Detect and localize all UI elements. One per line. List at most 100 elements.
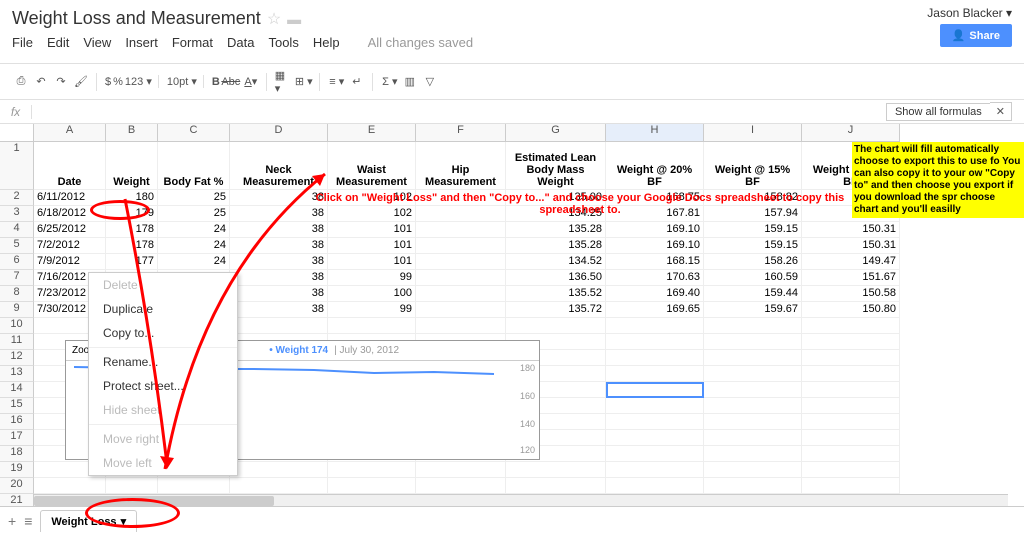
chart-icon[interactable]: ▥ (401, 73, 419, 91)
cell[interactable] (328, 478, 416, 494)
cell[interactable]: 6/11/2012 (34, 190, 106, 206)
row-header-14[interactable]: 14 (0, 382, 34, 398)
cell[interactable]: 150.31 (802, 238, 900, 254)
cell[interactable] (416, 302, 506, 318)
ctx-copy-to[interactable]: Copy to... (89, 321, 237, 345)
menu-insert[interactable]: Insert (125, 35, 158, 50)
menu-help[interactable]: Help (313, 35, 340, 50)
cell[interactable]: 135.72 (506, 302, 606, 318)
row-header-10[interactable]: 10 (0, 318, 34, 334)
cell[interactable] (802, 462, 900, 478)
bold-btn[interactable]: B (212, 76, 220, 88)
cell[interactable] (606, 430, 704, 446)
close-formulas-btn[interactable]: ✕ (990, 102, 1012, 121)
wrap-icon[interactable]: ↵ (348, 73, 366, 91)
cell[interactable]: 178 (106, 222, 158, 238)
redo-icon[interactable]: ↷ (52, 73, 70, 91)
row-header-21[interactable]: 21 (0, 494, 34, 506)
cell[interactable]: 101 (328, 254, 416, 270)
cell[interactable] (704, 398, 802, 414)
cell[interactable] (802, 478, 900, 494)
cell[interactable] (416, 286, 506, 302)
number-btn[interactable]: 123 ▾ (125, 75, 152, 88)
cell[interactable] (802, 446, 900, 462)
cell[interactable] (704, 350, 802, 366)
cell[interactable] (704, 462, 802, 478)
cell[interactable]: 134.52 (506, 254, 606, 270)
cell[interactable]: 24 (158, 254, 230, 270)
cell[interactable]: 38 (230, 302, 328, 318)
cell[interactable] (802, 366, 900, 382)
cell[interactable]: 101 (328, 238, 416, 254)
col-header-F[interactable]: F (416, 124, 506, 142)
cell[interactable]: Date (34, 142, 106, 190)
undo-icon[interactable]: ↶ (32, 73, 50, 91)
menu-data[interactable]: Data (227, 35, 254, 50)
cell[interactable]: 170.63 (606, 270, 704, 286)
add-sheet-icon[interactable]: + (8, 513, 16, 529)
cell[interactable] (416, 270, 506, 286)
cell[interactable] (606, 334, 704, 350)
menu-edit[interactable]: Edit (47, 35, 69, 50)
cell[interactable]: 169.40 (606, 286, 704, 302)
cell[interactable] (802, 398, 900, 414)
row-header-9[interactable]: 9 (0, 302, 34, 318)
all-sheets-icon[interactable]: ≡ (24, 513, 32, 529)
cell[interactable]: 24 (158, 238, 230, 254)
cell[interactable]: 6/25/2012 (34, 222, 106, 238)
filter-icon[interactable]: ▽ (421, 73, 439, 91)
paint-icon[interactable]: 🖌 (72, 73, 90, 91)
row-header-4[interactable]: 4 (0, 222, 34, 238)
sigma-icon[interactable]: Σ ▾ (381, 73, 399, 91)
cell[interactable] (230, 462, 328, 478)
cell[interactable] (416, 318, 506, 334)
sheet-tab-weight-loss[interactable]: Weight Loss ▾ (40, 510, 137, 532)
cell[interactable]: 150.80 (802, 302, 900, 318)
cell[interactable] (606, 478, 704, 494)
text-color-icon[interactable]: A ▾ (242, 73, 260, 91)
col-header-G[interactable]: G (506, 124, 606, 142)
cell[interactable] (704, 446, 802, 462)
cell[interactable] (328, 462, 416, 478)
row-header-7[interactable]: 7 (0, 270, 34, 286)
cell[interactable]: 101 (328, 222, 416, 238)
cell[interactable] (158, 478, 230, 494)
cell[interactable] (704, 414, 802, 430)
menu-view[interactable]: View (83, 35, 111, 50)
row-header-11[interactable]: 11 (0, 334, 34, 350)
row-header-8[interactable]: 8 (0, 286, 34, 302)
cell[interactable]: 38 (230, 286, 328, 302)
cell[interactable] (416, 222, 506, 238)
cell[interactable]: 100 (328, 286, 416, 302)
row-header-1[interactable]: 1 (0, 142, 34, 190)
cell[interactable] (416, 238, 506, 254)
cell[interactable]: 178 (106, 238, 158, 254)
cell[interactable] (802, 382, 900, 398)
folder-icon[interactable]: ▬ (287, 11, 301, 27)
star-icon[interactable]: ☆ (267, 9, 281, 29)
cell[interactable]: Neck Measurement (230, 142, 328, 190)
select-all-corner[interactable] (0, 124, 34, 142)
cell[interactable] (606, 382, 704, 398)
col-header-I[interactable]: I (704, 124, 802, 142)
cell[interactable]: 179 (106, 206, 158, 222)
row-header-13[interactable]: 13 (0, 366, 34, 382)
col-header-J[interactable]: J (802, 124, 900, 142)
cell[interactable]: 159.44 (704, 286, 802, 302)
col-header-H[interactable]: H (606, 124, 704, 142)
scrollbar-thumb[interactable] (34, 496, 274, 506)
horizontal-scrollbar[interactable] (34, 494, 1008, 506)
strike-icon[interactable]: Abc (222, 73, 240, 91)
col-header-E[interactable]: E (328, 124, 416, 142)
cell[interactable]: 38 (230, 238, 328, 254)
cell[interactable] (802, 430, 900, 446)
cell[interactable] (606, 398, 704, 414)
cell[interactable] (606, 318, 704, 334)
cell[interactable] (704, 318, 802, 334)
ctx-rename[interactable]: Rename... (89, 350, 237, 374)
row-header-20[interactable]: 20 (0, 478, 34, 494)
col-header-B[interactable]: B (106, 124, 158, 142)
cell[interactable] (704, 478, 802, 494)
cell[interactable]: 160.59 (704, 270, 802, 286)
cell[interactable]: Waist Measurement (328, 142, 416, 190)
